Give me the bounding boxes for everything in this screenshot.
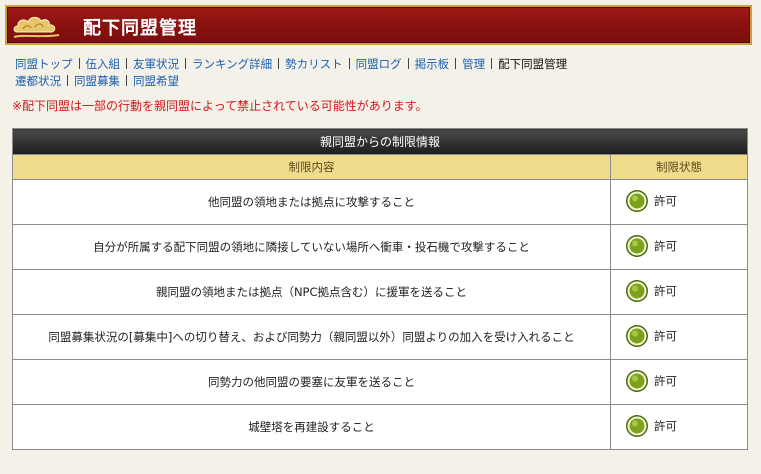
table-caption-row: 親同盟からの制限情報 bbox=[12, 128, 748, 155]
restriction-status: 許可 bbox=[654, 373, 677, 388]
sub-navigation: 同盟トップ 伍入組 友軍状況 ランキング詳細 勢カリスト 同盟ログ 掲示板 管理 配下同盟管理 … bbox=[15, 56, 755, 90]
table-row: 同盟募集状況の[募集中]への切り替え、および同勢力（親同盟以外）同盟よりの加入を… bbox=[12, 314, 748, 360]
table-row: 城壁塔を再建設すること 許可 bbox=[12, 404, 748, 450]
restriction-table: 親同盟からの制限情報 制限内容 制限状態 他同盟の領地または拠点に攻撃すること … bbox=[12, 128, 748, 450]
restriction-status-cell: 許可 bbox=[610, 359, 748, 405]
nav-link-alliance-top[interactable]: 同盟トップ bbox=[15, 57, 73, 71]
nav-link-ranking[interactable]: ランキング詳細 bbox=[192, 57, 272, 71]
nav-separator bbox=[491, 58, 493, 69]
table-row: 他同盟の領地または拠点に攻撃すること 許可 bbox=[12, 179, 748, 225]
restriction-content: 他同盟の領地または拠点に攻撃すること bbox=[12, 179, 611, 225]
nav-link-power-list[interactable]: 勢カリスト bbox=[285, 57, 343, 71]
table-row: 親同盟の領地または拠点（NPC拠点含む）に援軍を送ること 許可 bbox=[12, 269, 748, 315]
restriction-status-cell: 許可 bbox=[610, 179, 748, 225]
table-header-row: 制限内容 制限状態 bbox=[12, 154, 748, 180]
nav-separator bbox=[278, 58, 280, 69]
green-circle-icon bbox=[626, 414, 648, 437]
restriction-content: 親同盟の領地または拠点（NPC拠点含む）に援軍を送ること bbox=[12, 269, 611, 315]
table-row: 自分が所属する配下同盟の領地に隣接していない場所へ衝車・投石機で攻撃すること 許… bbox=[12, 224, 748, 270]
restriction-status: 許可 bbox=[654, 238, 677, 253]
restriction-status-cell: 許可 bbox=[610, 314, 748, 360]
restriction-content: 同盟募集状況の[募集中]への切り替え、および同勢力（親同盟以外）同盟よりの加入を… bbox=[12, 314, 611, 360]
green-circle-icon bbox=[626, 279, 648, 302]
table-caption: 親同盟からの制限情報 bbox=[12, 128, 748, 155]
nav-link-wish[interactable]: 同盟希望 bbox=[133, 74, 179, 88]
restriction-status: 許可 bbox=[654, 328, 677, 343]
page-title: 配下同盟管理 bbox=[83, 18, 197, 39]
nav-link-ally-status[interactable]: 友軍状況 bbox=[133, 57, 179, 71]
column-header-content: 制限内容 bbox=[12, 154, 611, 180]
green-circle-icon bbox=[626, 189, 648, 212]
nav-link-bbs[interactable]: 掲示板 bbox=[415, 57, 450, 71]
page-header: 配下同盟管理 bbox=[5, 5, 752, 45]
restriction-content: 自分が所属する配下同盟の領地に隣接していない場所へ衝車・投石機で攻撃すること bbox=[12, 224, 611, 270]
nav-separator bbox=[348, 58, 350, 69]
nav-separator bbox=[126, 75, 127, 86]
nav-separator bbox=[67, 75, 68, 86]
cloud-logo-icon bbox=[13, 16, 60, 38]
nav-link-admin[interactable]: 管理 bbox=[462, 57, 485, 71]
nav-link-group[interactable]: 伍入組 bbox=[86, 57, 121, 71]
restriction-content: 同勢力の他同盟の要塞に友軍を送ること bbox=[12, 359, 611, 405]
green-circle-icon bbox=[626, 234, 648, 257]
restriction-status-cell: 許可 bbox=[610, 404, 748, 450]
nav-separator bbox=[126, 58, 127, 69]
restriction-status-cell: 許可 bbox=[610, 269, 748, 315]
restriction-status: 許可 bbox=[654, 418, 677, 433]
nav-separator bbox=[78, 58, 80, 69]
nav-link-relocation[interactable]: 遷都状況 bbox=[15, 74, 61, 88]
nav-separator bbox=[185, 58, 186, 69]
restriction-status-cell: 許可 bbox=[610, 224, 748, 270]
warning-message: ※配下同盟は一部の行動を親同盟によって禁止されている可能性があります。 bbox=[12, 99, 428, 113]
green-circle-icon bbox=[626, 369, 648, 392]
column-header-status: 制限状態 bbox=[610, 154, 748, 180]
nav-row-2: 遷都状況 同盟募集 同盟希望 bbox=[15, 73, 755, 90]
nav-row-1: 同盟トップ 伍入組 友軍状況 ランキング詳細 勢カリスト 同盟ログ 掲示板 管理 配下同盟管理 bbox=[15, 56, 755, 73]
nav-link-alliance-log[interactable]: 同盟ログ bbox=[356, 57, 402, 71]
nav-separator bbox=[455, 58, 457, 69]
table-row: 同勢力の他同盟の要塞に友軍を送ること 許可 bbox=[12, 359, 748, 405]
restriction-content: 城壁塔を再建設すること bbox=[12, 404, 611, 450]
nav-current-suballiance-admin: 配下同盟管理 bbox=[498, 57, 568, 71]
green-circle-icon bbox=[626, 324, 648, 347]
restriction-status: 許可 bbox=[654, 283, 677, 298]
restriction-status: 許可 bbox=[654, 193, 677, 208]
nav-separator bbox=[407, 58, 409, 69]
nav-link-recruit[interactable]: 同盟募集 bbox=[74, 74, 120, 88]
